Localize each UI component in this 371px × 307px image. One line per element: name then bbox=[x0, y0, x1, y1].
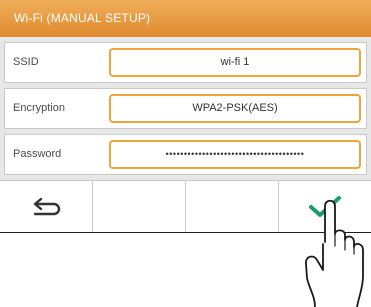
password-row: Password •••••••••••••••••••••••••••••••… bbox=[4, 134, 367, 175]
encryption-label: Encryption bbox=[13, 102, 65, 114]
password-field[interactable]: •••••••••••••••••••••••••••••••••••••• bbox=[109, 140, 361, 169]
back-button[interactable] bbox=[0, 181, 93, 232]
screen-title: Wi-Fi (MANUAL SETUP) bbox=[0, 0, 371, 37]
password-label: Password bbox=[13, 148, 62, 160]
encryption-row: Encryption WPA2-PSK(AES) bbox=[4, 88, 367, 129]
ssid-row: SSID wi-fi 1 bbox=[4, 42, 367, 83]
empty-button-2[interactable] bbox=[93, 181, 186, 232]
empty-button-3[interactable] bbox=[186, 181, 279, 232]
ssid-label: SSID bbox=[13, 56, 39, 68]
pointing-hand-icon bbox=[305, 199, 364, 307]
encryption-field[interactable]: WPA2-PSK(AES) bbox=[109, 94, 361, 123]
ssid-field[interactable]: wi-fi 1 bbox=[109, 48, 361, 77]
back-arrow-icon bbox=[33, 197, 61, 215]
